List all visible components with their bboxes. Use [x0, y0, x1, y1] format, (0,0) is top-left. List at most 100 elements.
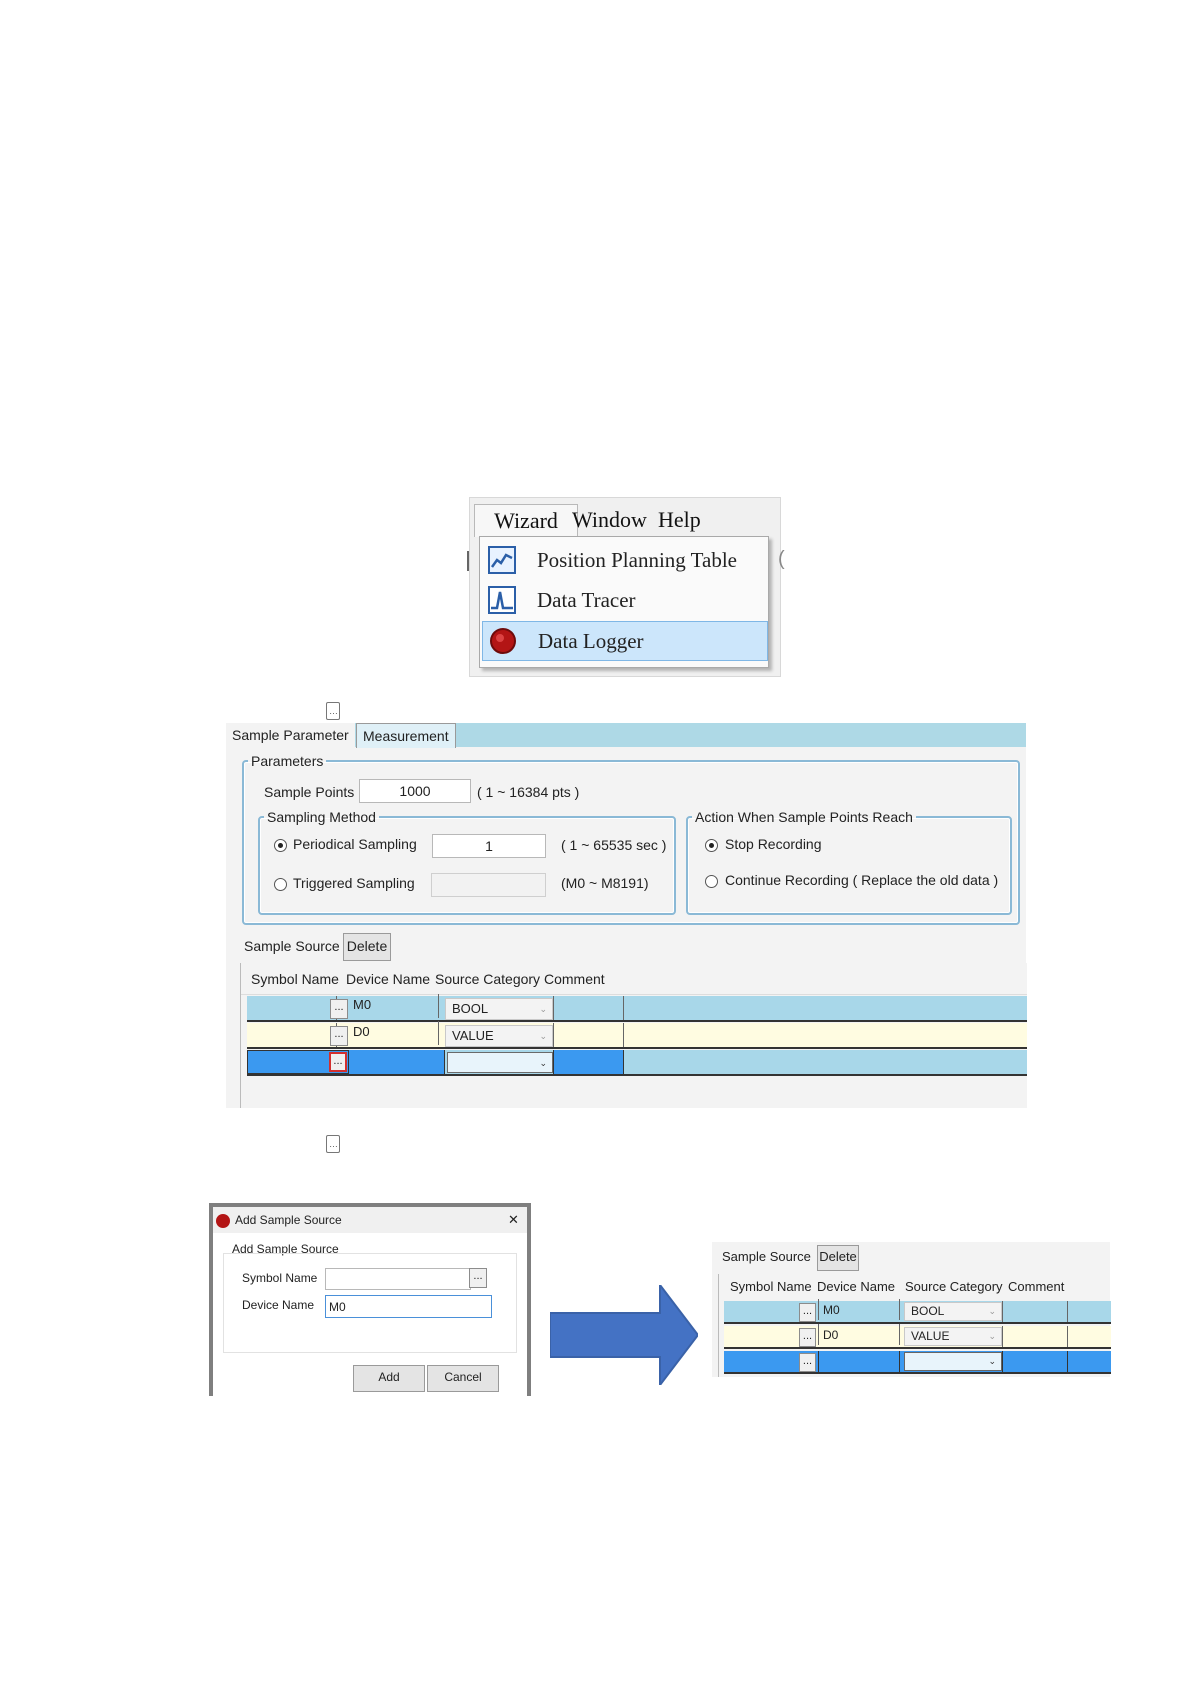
cell-comment[interactable]: [1002, 1326, 1068, 1347]
edge-mark: [467, 551, 470, 571]
device-name-input[interactable]: M0: [325, 1295, 492, 1318]
dialog-title: Add Sample Source: [235, 1213, 342, 1227]
chevron-down-icon: ⌄: [539, 1031, 547, 1041]
right-arrow-icon: [550, 1285, 698, 1385]
category-combo[interactable]: VALUE ⌄: [904, 1327, 1002, 1346]
menu-item-position-planning-table[interactable]: Position Planning Table: [482, 541, 766, 579]
col-source-category: Source Category: [435, 971, 541, 987]
category-combo[interactable]: VALUE ⌄: [445, 1025, 553, 1047]
delete-button[interactable]: Delete: [817, 1245, 859, 1271]
chevron-down-icon: ⌄: [539, 1058, 547, 1068]
browse-button[interactable]: ...: [799, 1353, 816, 1372]
sample-points-label: Sample Points: [264, 784, 355, 800]
period-range: ( 1 ~ 65535 sec ): [561, 837, 667, 853]
cell-device[interactable]: M0: [349, 994, 439, 1018]
table-row-selected[interactable]: ... ⌄: [724, 1351, 1111, 1374]
sample-points-range: ( 1 ~ 16384 pts ): [477, 784, 580, 800]
wizard-dropdown: Position Planning Table Data Tracer Data…: [479, 536, 769, 668]
trigger-device-input[interactable]: [431, 873, 546, 897]
dialog-body: Add Sample Source Symbol Name ... Device…: [213, 1233, 527, 1396]
table-row[interactable]: ... D0 VALUE ⌄: [247, 1021, 1027, 1049]
cell-device[interactable]: [349, 1050, 445, 1074]
table-row[interactable]: ... M0 BOOL ⌄: [247, 994, 1027, 1022]
add-button[interactable]: Add: [353, 1365, 425, 1392]
cell-device[interactable]: D0: [349, 1021, 439, 1045]
category-combo[interactable]: ⌄: [447, 1052, 553, 1073]
browse-button[interactable]: ...: [330, 999, 348, 1019]
menu-help-label: Help: [658, 507, 701, 532]
browse-button[interactable]: ...: [799, 1303, 816, 1322]
menu-wizard-label: Wizard: [494, 508, 558, 533]
menu-item-label: Position Planning Table: [537, 548, 737, 572]
continue-recording-radio[interactable]: [705, 875, 718, 888]
sampling-method-group: Sampling Method: [258, 809, 676, 915]
stop-recording-radio[interactable]: [705, 839, 718, 852]
cell-comment[interactable]: [553, 996, 624, 1020]
combo-value: VALUE: [911, 1329, 950, 1343]
table-row[interactable]: ... D0 VALUE ⌄: [724, 1324, 1111, 1349]
sample-points-input[interactable]: 1000: [359, 779, 471, 803]
edge-mark: (: [778, 548, 785, 570]
cell-device[interactable]: M0: [818, 1299, 900, 1320]
cell-symbol[interactable]: [247, 996, 337, 1020]
sample-source-result-panel: Sample Source Delete Symbol Name Device …: [712, 1242, 1111, 1377]
chevron-down-icon: ⌄: [988, 1356, 996, 1366]
sample-source-grid: Symbol Name Device Name Source Category …: [718, 1274, 1111, 1377]
tab-bar: Sample Parameter Measurement: [226, 723, 1026, 748]
line-chart-icon: [488, 546, 516, 574]
trigger-range: (M0 ~ M8191): [561, 875, 649, 891]
sample-source-label: Sample Source: [722, 1249, 811, 1264]
chevron-down-icon: ⌄: [539, 1004, 547, 1014]
period-input[interactable]: 1: [432, 834, 546, 858]
sample-source-label: Sample Source: [244, 938, 340, 954]
tab-measurement[interactable]: Measurement: [356, 723, 456, 748]
triggered-sampling-label: Triggered Sampling: [293, 875, 415, 891]
cell-comment[interactable]: [1002, 1301, 1068, 1322]
delete-button[interactable]: Delete: [343, 933, 391, 961]
triggered-sampling-radio[interactable]: [274, 878, 287, 891]
add-sample-source-dialog: Add Sample Source ✕ Add Sample Source Sy…: [209, 1203, 531, 1396]
menu-item-label: Data Logger: [538, 629, 644, 653]
cell-comment[interactable]: [553, 1050, 624, 1074]
menu-item-data-tracer[interactable]: Data Tracer: [482, 581, 766, 619]
category-combo[interactable]: ⌄: [904, 1352, 1002, 1371]
cell-device[interactable]: [818, 1351, 900, 1372]
browse-button[interactable]: ...: [469, 1268, 487, 1288]
cell-comment[interactable]: [1002, 1351, 1068, 1372]
menu-item-label: Data Tracer: [537, 588, 636, 612]
cell-device[interactable]: D0: [818, 1324, 900, 1345]
browse-button[interactable]: ...: [799, 1328, 816, 1347]
menu-window[interactable]: Window: [564, 504, 655, 536]
browse-button-highlighted[interactable]: ...: [329, 1052, 347, 1072]
red-record-icon: [489, 627, 517, 655]
browse-button[interactable]: ...: [330, 1026, 348, 1046]
col-comment: Comment: [544, 971, 605, 987]
document-icon: [326, 702, 340, 720]
menu-window-label: Window: [572, 507, 647, 532]
periodical-sampling-radio[interactable]: [274, 839, 287, 852]
close-icon[interactable]: ✕: [508, 1212, 519, 1228]
action-group: Action When Sample Points Reach: [686, 809, 1012, 915]
cell-comment[interactable]: [553, 1023, 624, 1047]
data-logger-panel: Sample Parameter Measurement Parameters …: [226, 723, 1027, 1108]
symbol-name-input[interactable]: [325, 1268, 471, 1290]
table-row[interactable]: ... M0 BOOL ⌄: [724, 1299, 1111, 1324]
category-combo[interactable]: BOOL ⌄: [904, 1302, 1002, 1321]
category-combo[interactable]: BOOL ⌄: [445, 998, 553, 1020]
menu-wizard[interactable]: Wizard: [474, 504, 578, 537]
continue-recording-label: Continue Recording ( Replace the old dat…: [725, 872, 999, 888]
combo-value: BOOL: [911, 1304, 945, 1318]
combo-value: BOOL: [452, 1001, 489, 1016]
symbol-name-label: Symbol Name: [242, 1271, 318, 1285]
menu-item-data-logger[interactable]: Data Logger: [482, 621, 768, 661]
cell-symbol[interactable]: [247, 1023, 337, 1047]
red-record-icon: [216, 1214, 230, 1228]
table-row-selected[interactable]: ... ⌄: [247, 1050, 1027, 1076]
periodical-sampling-label: Periodical Sampling: [293, 836, 417, 852]
col-symbol-name: Symbol Name: [251, 971, 339, 987]
tab-sample-parameter[interactable]: Sample Parameter: [226, 723, 355, 747]
menu-help[interactable]: Help: [650, 504, 709, 536]
col-source-category: Source Category: [905, 1279, 1003, 1294]
cancel-button[interactable]: Cancel: [427, 1365, 499, 1392]
stop-recording-label: Stop Recording: [725, 836, 822, 852]
